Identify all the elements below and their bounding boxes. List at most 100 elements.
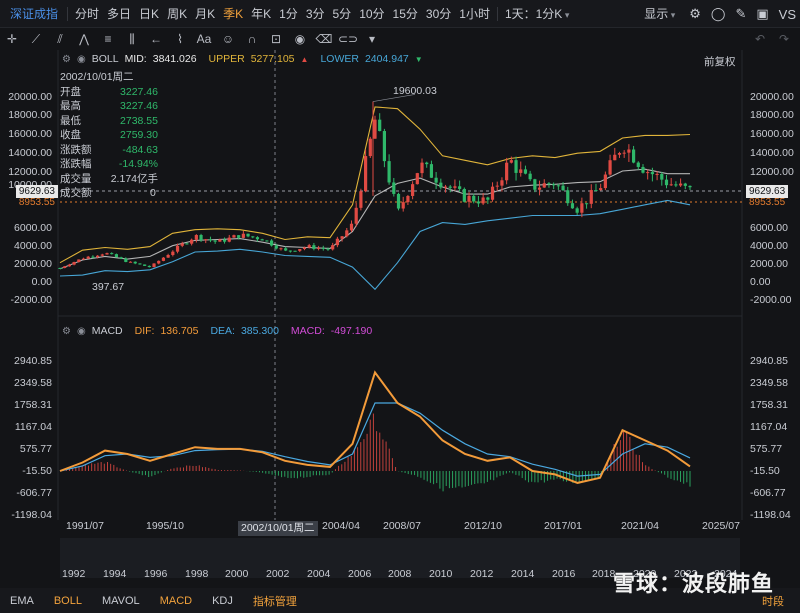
tf-30min[interactable]: 30分: [422, 0, 455, 28]
tf-month[interactable]: 月K: [191, 0, 219, 28]
text-tool-icon[interactable]: Aa: [192, 32, 216, 46]
x-axis-label: 2021/04: [621, 520, 659, 532]
redo-icon[interactable]: ↷: [772, 32, 796, 46]
info-row: 收盘 2759.30: [60, 128, 158, 143]
candle-body: [641, 166, 645, 173]
settings-icon[interactable]: ⚙: [62, 54, 71, 65]
candle-body: [472, 195, 476, 202]
dea-value: 385.300: [240, 325, 279, 337]
adjust-mode[interactable]: 前复权: [704, 54, 736, 69]
candle-body: [237, 235, 241, 238]
indicator-manage[interactable]: 指标管理: [243, 593, 307, 609]
candle-body: [622, 152, 626, 154]
crosshair-icon[interactable]: ✛: [0, 32, 24, 46]
x-axis: 1991/07 1995/10 2004/04 2008/07 2012/10 …: [60, 520, 740, 536]
divider: [67, 6, 69, 21]
camera-icon[interactable]: ▣: [756, 6, 768, 22]
candle-body: [331, 245, 335, 250]
candle-body: [443, 186, 448, 188]
candle-body: [617, 153, 622, 155]
macd-axis-right: -606.77: [750, 487, 786, 499]
compare-vs-icon[interactable]: VS: [779, 7, 796, 22]
tf-day[interactable]: 日K: [135, 0, 163, 28]
candle-body: [157, 260, 161, 264]
emoji-icon[interactable]: ☺: [216, 32, 240, 46]
eye-icon[interactable]: ◉: [288, 32, 312, 46]
candle-body: [490, 186, 495, 200]
tf-10min[interactable]: 10分: [355, 0, 388, 28]
candle-body: [481, 197, 485, 204]
info-row: 成交额: [60, 186, 158, 201]
candle-body: [345, 230, 349, 237]
indicator-kdj[interactable]: KDJ: [202, 595, 243, 607]
indicator-boll[interactable]: BOLL: [44, 595, 92, 607]
eye-icon[interactable]: ◉: [77, 54, 86, 65]
period-select[interactable]: 1天：1分K: [501, 0, 573, 28]
polyline-icon[interactable]: ⋀: [72, 32, 96, 46]
candle-body: [575, 208, 579, 213]
display-menu[interactable]: 显示: [640, 0, 679, 28]
tf-week[interactable]: 周K: [163, 0, 191, 28]
pencil-icon[interactable]: ✎: [735, 6, 746, 22]
symbol-selector[interactable]: 深证成指: [6, 0, 64, 28]
channel-icon[interactable]: ⫼: [120, 32, 144, 47]
info-key: 最低: [60, 114, 81, 127]
indicator-mavol[interactable]: MAVOL: [92, 595, 150, 607]
tf-fenshi[interactable]: 分时: [71, 0, 103, 28]
candle-body: [533, 179, 537, 190]
parallel-lines-icon[interactable]: ⫽: [48, 32, 72, 47]
navigator-year: 2018: [592, 568, 616, 580]
candle-body: [660, 173, 664, 180]
candle-body: [528, 173, 532, 180]
tf-multiday[interactable]: 多日: [103, 0, 135, 28]
tf-5min[interactable]: 5分: [329, 0, 356, 28]
tf-year[interactable]: 年K: [247, 0, 275, 28]
indicator-macd[interactable]: MACD: [150, 595, 202, 607]
tf-1hour[interactable]: 1小时: [455, 0, 494, 28]
candle-body: [175, 245, 180, 252]
lock-icon[interactable]: ⊡: [264, 32, 288, 46]
top-toolbar: 深证成指 分时 多日 日K 周K 月K 季K 年K 1分 3分 5分 10分 1…: [0, 0, 800, 28]
candle-body: [143, 264, 147, 266]
indicator-ema[interactable]: EMA: [0, 595, 44, 607]
tf-quarter[interactable]: 季K: [219, 0, 247, 28]
x-axis-label: 2025/07: [702, 520, 740, 532]
link-icon[interactable]: ⊂⊃: [336, 32, 360, 46]
boll-lower-label: LOWER: [320, 53, 359, 65]
trash-icon[interactable]: ⌫: [312, 32, 336, 46]
boll-legend: ⚙ ◉ BOLL MID: 3841.026 UPPER 5277.105 ▲ …: [62, 53, 423, 65]
candle-body: [561, 185, 565, 191]
more-icon[interactable]: ▾: [360, 32, 384, 46]
candle-body: [124, 258, 128, 262]
tf-15min[interactable]: 15分: [389, 0, 422, 28]
candle-body: [166, 254, 170, 258]
candle-body: [636, 162, 640, 167]
candle-body: [537, 187, 542, 190]
y-axis-label-right: 12000.00: [750, 166, 794, 178]
macd-axis-left: -606.77: [16, 487, 52, 499]
settings-icon[interactable]: ⚙: [689, 6, 701, 22]
eye-icon[interactable]: ◉: [77, 326, 86, 337]
magnet-icon[interactable]: ∩: [240, 32, 264, 46]
drawing-circle-icon[interactable]: ◯: [711, 6, 726, 22]
fib-icon[interactable]: ≡: [96, 32, 120, 46]
brush-icon[interactable]: ⌇: [168, 32, 192, 46]
macd-indicator-name[interactable]: MACD: [92, 325, 123, 337]
candle-body: [646, 172, 650, 174]
up-arrow-icon: ▲: [300, 54, 309, 64]
settings-icon[interactable]: ⚙: [62, 326, 71, 337]
candle-body: [392, 182, 396, 194]
candle-body: [171, 251, 175, 255]
candle-body: [627, 149, 631, 153]
tf-1min[interactable]: 1分: [275, 0, 302, 28]
arrow-icon[interactable]: ←: [144, 32, 168, 46]
boll-indicator-name[interactable]: BOLL: [92, 53, 119, 65]
candle-body: [180, 243, 184, 246]
boll-mid-label: MID:: [124, 53, 147, 65]
undo-icon[interactable]: ↶: [748, 32, 772, 46]
tf-3min[interactable]: 3分: [302, 0, 329, 28]
candle-body: [373, 119, 377, 139]
candle-body: [495, 185, 499, 187]
y-axis-label-left: 18000.00: [8, 109, 52, 121]
trend-line-icon[interactable]: ⟋: [24, 32, 48, 47]
